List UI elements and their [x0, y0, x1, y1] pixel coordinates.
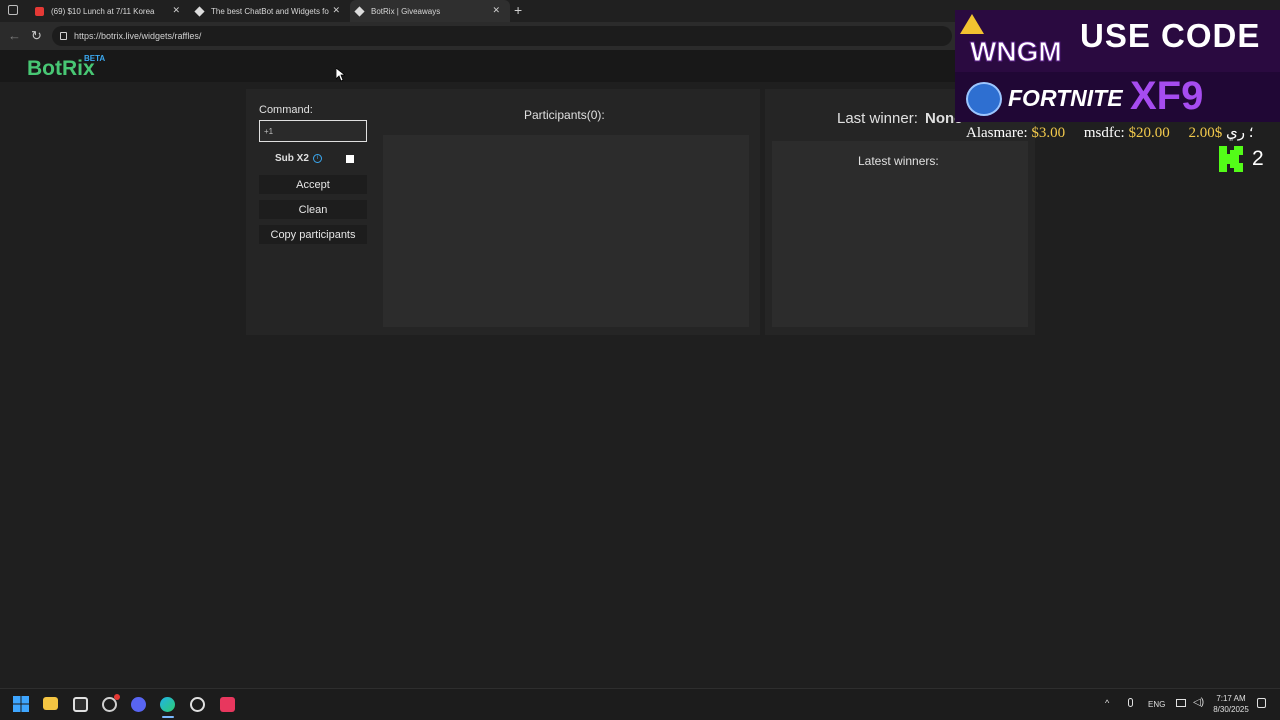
discord-icon[interactable]: [131, 697, 146, 712]
sub-x2-label: Sub X2: [275, 153, 309, 164]
botrix-icon: [354, 5, 365, 17]
language-indicator[interactable]: ENG: [1148, 700, 1165, 709]
clock-time: 7:17 AM: [1216, 694, 1246, 703]
botrix-icon: [194, 5, 205, 17]
system-clock[interactable]: 7:17 AM 8/30/2025: [1206, 693, 1256, 715]
tab-botrix-giveaways[interactable]: BotRix | Giveaways ✕: [350, 0, 510, 22]
close-icon[interactable]: ✕: [172, 5, 180, 16]
info-icon[interactable]: i: [313, 154, 322, 163]
wngm-logo: WNGM: [970, 36, 1063, 68]
participants-list[interactable]: [383, 135, 749, 327]
tab-title: BotRix | Giveaways: [371, 6, 441, 16]
latest-winners-title: Latest winners:: [858, 154, 939, 168]
tab-title: The best ChatBot and Widgets fo: [211, 6, 329, 16]
volume-icon[interactable]: ◁): [1193, 697, 1204, 708]
accept-button[interactable]: Accept: [259, 175, 367, 194]
donation-amount: $3.00: [1031, 125, 1066, 141]
donation-tail: ؛ ري: [1225, 125, 1254, 141]
kick-icon: [1219, 146, 1243, 172]
network-icon[interactable]: [1176, 699, 1186, 707]
tiktok-icon[interactable]: [220, 697, 235, 712]
tab-actions-icon[interactable]: [8, 5, 18, 15]
notifications-icon[interactable]: [1257, 698, 1266, 708]
tab-youtube[interactable]: (69) $10 Lunch at 7/11 Korea - Yo ✕: [30, 0, 186, 22]
donor-name: Alasmare:: [966, 125, 1028, 141]
close-icon[interactable]: ✕: [492, 5, 500, 16]
donation-amount: $20.00: [1128, 125, 1170, 141]
url-field[interactable]: https://botrix.live/widgets/raffles/: [52, 26, 952, 46]
tab-title: (69) $10 Lunch at 7/11 Korea - Yo: [51, 6, 156, 16]
microphone-icon[interactable]: [1128, 698, 1133, 707]
crown-icon: [960, 14, 984, 34]
chevron-up-icon[interactable]: ^: [1105, 698, 1109, 708]
donation-ticker: Alasmare: $3.00 msdfc: $20.00 2.00$ ؛ ري: [966, 123, 1280, 141]
latest-winners-list: [772, 141, 1028, 327]
url-text: https://botrix.live/widgets/raffles/: [74, 31, 202, 41]
kick-viewer-count: 2: [1252, 147, 1264, 170]
use-code-text: USE CODE: [1080, 17, 1261, 54]
command-input[interactable]: [259, 120, 367, 142]
copy-participants-button[interactable]: Copy participants: [259, 225, 367, 244]
command-label: Command:: [259, 104, 313, 116]
clean-button[interactable]: Clean: [259, 200, 367, 219]
app-icon[interactable]: [190, 697, 205, 712]
beta-badge: BETA: [84, 54, 106, 63]
sub-x2-checkbox[interactable]: [346, 155, 354, 163]
fortnite-logo: FORTNITE: [1008, 85, 1123, 111]
store-icon[interactable]: [73, 697, 88, 712]
rocket-league-icon: [966, 82, 1002, 116]
windows-start-icon[interactable]: [13, 696, 29, 712]
creator-code: XF9: [1130, 74, 1204, 118]
notification-dot-icon: [114, 694, 120, 700]
youtube-icon: [35, 6, 44, 16]
mouse-cursor-icon: [336, 68, 345, 82]
reload-icon[interactable]: ↻: [31, 28, 42, 44]
tab-botrix-home[interactable]: The best ChatBot and Widgets fo ✕: [190, 0, 346, 22]
active-app-indicator: [162, 716, 174, 718]
last-winner-label: Last winner:: [837, 110, 918, 127]
clock-date: 8/30/2025: [1213, 705, 1249, 714]
new-tab-button[interactable]: +: [514, 2, 522, 18]
donation-amount: 2.00$: [1188, 125, 1223, 141]
participants-title: Participants(0):: [524, 108, 605, 122]
edge-icon[interactable]: [160, 697, 175, 712]
back-icon[interactable]: ←: [8, 28, 21, 43]
lock-icon: [60, 32, 67, 40]
donor-name: msdfc:: [1083, 125, 1125, 141]
close-icon[interactable]: ✕: [332, 5, 340, 16]
file-explorer-icon[interactable]: [43, 697, 58, 710]
